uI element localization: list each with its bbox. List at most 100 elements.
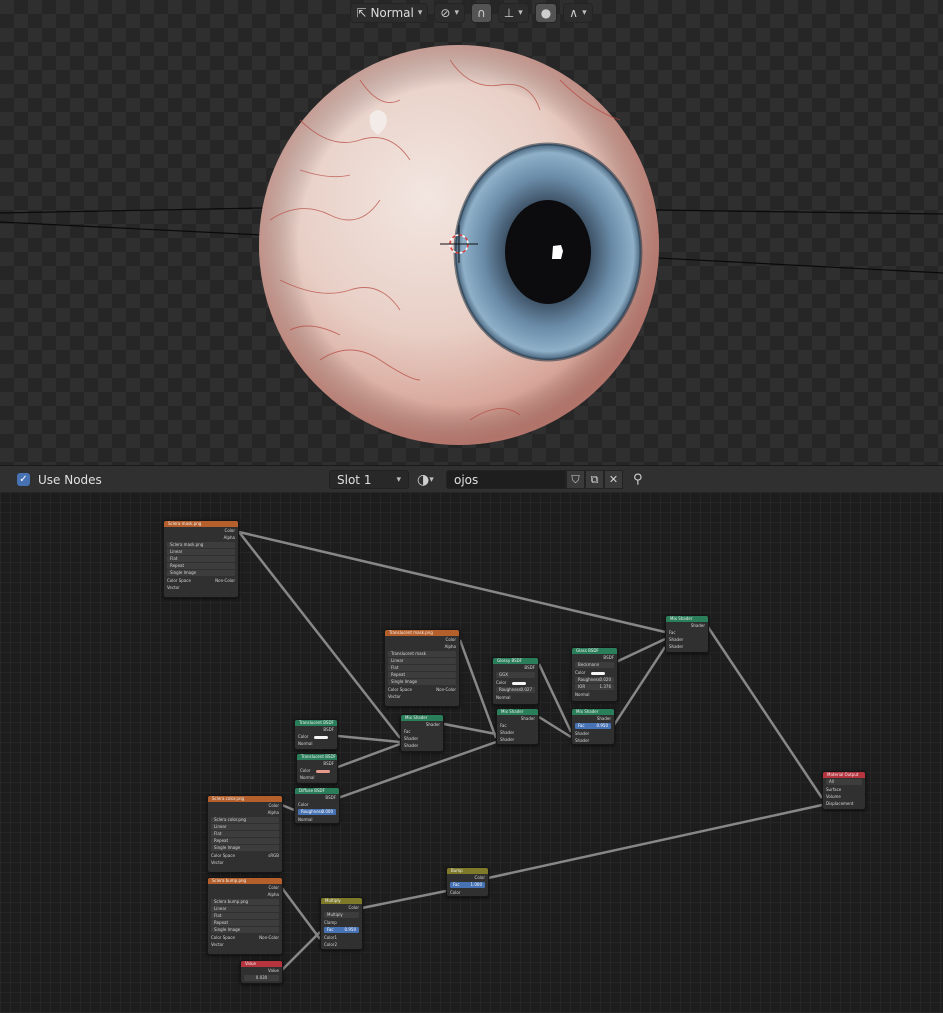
input-shader-1: Shader [575,731,590,736]
interpolation-dropdown[interactable]: Linear [211,824,279,830]
output-alpha: Alpha [444,644,456,649]
color-swatch[interactable] [591,671,606,675]
source-dropdown[interactable]: Single Image [211,845,279,851]
proportional-edit-toggle[interactable]: ● [534,3,558,23]
extension-dropdown[interactable]: Repeat [211,838,279,844]
image-file-field[interactable]: Sclera bump.png [211,899,279,905]
shading-mode-label: Normal [370,6,414,20]
roughness-value[interactable]: 0.020 [600,677,611,683]
roughness-value[interactable]: 0.027 [521,687,532,693]
falloff-dropdown[interactable]: ∧ ▾ [563,3,593,23]
node-title: Material Output [823,772,865,778]
extension-dropdown[interactable]: Repeat [167,563,235,569]
input-volume: Volume [826,794,841,799]
image-file-field[interactable]: Translucent mask [388,651,456,657]
blend-mode-dropdown[interactable]: Multiply [324,912,359,918]
value-node[interactable]: Value Value 0.030 [240,960,283,984]
slot-dropdown[interactable]: Slot 1 ▾ [329,470,409,489]
slot-label: Slot 1 [337,472,372,487]
snap-increment-dropdown[interactable]: ⊥ ▾ [497,3,529,23]
projection-dropdown[interactable]: Flat [167,556,235,562]
glossy-bsdf-node[interactable]: Glossy BSDF BSDF GGX Color Roughness 0.02… [492,657,539,705]
viewport-header: ⇱ Normal ▾ ⊘ ▾ ∩ ⊥ ▾ ● ∧ ▾ [0,0,943,26]
interpolation-dropdown[interactable]: Linear [167,549,235,555]
color-swatch[interactable] [512,681,527,685]
mix-rgb-multiply-node[interactable]: Multiply Color Multiply Clamp Fac 0.950 C… [320,897,363,950]
use-nodes-checkbox[interactable]: ✓ [17,470,30,489]
glass-bsdf-node[interactable]: Glass BSDF BSDF Beckmann Color Roughness… [571,647,618,702]
unlink-x-icon[interactable]: ✕ [604,470,623,489]
input-fac: Fac [500,723,507,728]
ior-label: IOR [578,684,586,689]
fac-value[interactable]: 0.950 [345,927,356,933]
snap-toggle[interactable]: ∩ [471,3,492,23]
shading-mode-dropdown[interactable]: ⇱ Normal ▾ [350,3,429,23]
link-icon: ⊘ [440,6,451,20]
node-editor-canvas[interactable]: Sclera mask.png Color Alpha Sclera mask.… [0,492,943,1013]
use-nodes-label: Use Nodes [38,472,102,487]
diffuse-bsdf-node[interactable]: Diffuse BSDF BSDF Color Roughness 0.000 N… [294,787,340,824]
image-texture-node-sclera-bump[interactable]: Sclera bump.png Color Alpha Sclera bump.… [207,877,283,955]
image-file-field[interactable]: Sclera mask.png [167,542,235,548]
duplicate-icon[interactable]: ⧉ [585,470,604,489]
interpolation-dropdown[interactable]: Linear [211,906,279,912]
output-shader: Shader [596,716,611,721]
source-dropdown[interactable]: Single Image [388,679,456,685]
fake-user-shield-icon[interactable]: ⛉ [566,470,585,489]
image-file-field[interactable]: Sclera color.png [211,817,279,823]
output-alpha: Alpha [267,810,279,815]
color-swatch[interactable] [314,735,329,739]
node-links [238,530,824,971]
input-vector: Vector [167,585,180,590]
bump-node[interactable]: Bump Color Fac 1.000 Color [446,867,489,897]
value-field[interactable]: 0.030 [244,975,279,981]
projection-dropdown[interactable]: Flat [211,913,279,919]
input-vector: Vector [211,942,224,947]
image-texture-node-sclera-color[interactable]: Sclera color.png Color Alpha Sclera colo… [207,795,283,873]
colorspace-value[interactable]: Non-Color [436,686,456,693]
ior-value[interactable]: 1.376 [600,684,611,690]
input-shader-2: Shader [669,644,684,649]
color-swatch[interactable] [316,769,331,773]
mix-shader-node-3[interactable]: Mix Shader Shader Fac 0.950 Shader Shader [571,708,615,745]
mix-shader-node-final[interactable]: Mix Shader Shader Fac Shader Shader [665,615,709,653]
color-label: Color [496,680,507,685]
mix-shader-node-1[interactable]: Mix Shader Shader Fac Shader Shader [400,714,444,752]
clamp-checkbox[interactable]: Clamp [321,919,362,926]
extension-dropdown[interactable]: Repeat [388,672,456,678]
input-color: Color [450,890,461,895]
distribution-dropdown[interactable]: GGX [496,672,535,678]
colorspace-value[interactable]: sRGB [268,852,279,859]
extension-dropdown[interactable]: Repeat [211,920,279,926]
target-dropdown[interactable]: All [826,779,862,785]
input-normal: Normal [300,775,315,780]
pin-icon[interactable]: ⚲ [633,470,643,489]
snap-icon: ∩ [477,6,486,20]
material-name-field[interactable]: ojos [446,470,566,489]
fac-value[interactable]: 0.950 [597,723,608,729]
projection-dropdown[interactable]: Flat [388,665,456,671]
colorspace-value[interactable]: Non-Color [259,934,279,941]
output-bsdf: BSDF [323,727,334,732]
image-texture-node-sclera-mask[interactable]: Sclera mask.png Color Alpha Sclera mask.… [163,520,239,598]
source-dropdown[interactable]: Single Image [167,570,235,576]
color-label: Color [575,670,586,675]
fac-value[interactable]: 1.000 [471,882,482,888]
material-output-node[interactable]: Material Output All Surface Volume Displ… [822,771,866,810]
input-displacement: Displacement [826,801,854,806]
pivot-dropdown[interactable]: ⊘ ▾ [434,3,465,23]
translucent-bsdf-node-2[interactable]: Translucent BSDF BSDF Color Normal [296,753,338,784]
3d-viewport[interactable]: ⇱ Normal ▾ ⊘ ▾ ∩ ⊥ ▾ ● ∧ ▾ [0,0,943,465]
projection-dropdown[interactable]: Flat [211,831,279,837]
roughness-value[interactable]: 0.000 [322,809,333,815]
colorspace-value[interactable]: Non-Color [215,577,235,584]
chevron-down-icon: ▾ [417,8,423,18]
interpolation-dropdown[interactable]: Linear [388,658,456,664]
input-normal: Normal [496,695,511,700]
distribution-dropdown[interactable]: Beckmann [575,662,614,668]
material-browse-button[interactable]: ◑ ▾ [417,470,445,489]
translucent-bsdf-node-1[interactable]: Translucent BSDF BSDF Color Normal [294,719,338,750]
source-dropdown[interactable]: Single Image [211,927,279,933]
mix-shader-node-2[interactable]: Mix Shader Shader Fac Shader Shader [496,708,539,745]
image-texture-node-translucent-mask[interactable]: Translucent mask.png Color Alpha Translu… [384,629,460,707]
